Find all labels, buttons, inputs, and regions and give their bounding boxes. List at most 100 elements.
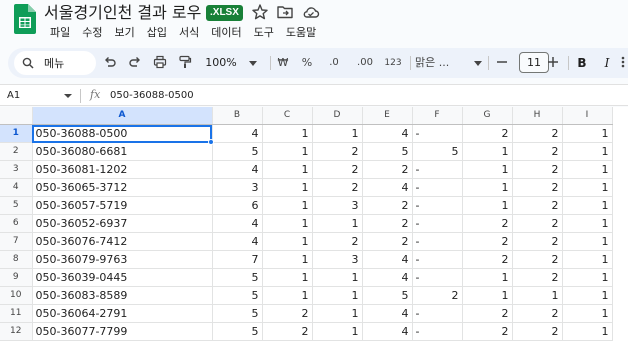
row-header[interactable]: 6 [0,214,33,233]
cell-a4[interactable]: 050-36065-3712 [32,178,213,197]
cell-c5[interactable]: 1 [262,196,313,215]
cell-d5[interactable]: 3 [312,196,363,215]
cell-e7[interactable]: 2 [362,232,413,251]
menu-insert[interactable]: 삽입 [141,24,173,42]
cell-e8[interactable]: 4 [362,250,413,269]
cell-e12[interactable]: 4 [362,322,413,341]
cell-e11[interactable]: 4 [362,304,413,323]
cell-d6[interactable]: 1 [312,214,363,233]
cell-g10[interactable]: 1 [462,286,513,305]
redo-button[interactable] [126,54,144,72]
percent-format-button[interactable]: % [300,54,314,72]
cell-c2[interactable]: 1 [262,142,313,161]
cell-a5[interactable]: 050-36057-5719 [32,196,213,215]
cell-d4[interactable]: 2 [312,178,363,197]
cell-a3[interactable]: 050-36081-1202 [32,160,213,179]
cell-h1[interactable]: 2 [512,124,563,143]
cell-g6[interactable]: 2 [462,214,513,233]
cell-a9[interactable]: 050-36039-0445 [32,268,213,287]
cell-d11[interactable]: 1 [312,304,363,323]
row-header[interactable]: 4 [0,178,33,197]
cell-c7[interactable]: 1 [262,232,313,251]
menu-file[interactable]: 파일 [44,24,76,42]
cell-h8[interactable]: 2 [512,250,563,269]
cell-b11[interactable]: 5 [212,304,263,323]
cell-c4[interactable]: 1 [262,178,313,197]
cell-b3[interactable]: 4 [212,160,263,179]
row-header[interactable]: 5 [0,196,33,215]
cell-i9[interactable]: 1 [562,268,613,287]
cell-a10[interactable]: 050-36083-8589 [32,286,213,305]
column-header-a[interactable]: A [32,107,213,125]
increase-decimal-button[interactable]: .00 [353,54,377,72]
document-title[interactable]: 서울경기인천 결과 로우 [44,2,201,24]
cell-e6[interactable]: 2 [362,214,413,233]
font-size-increase-button[interactable] [545,54,561,72]
menu-search-box[interactable]: 메뉴 [14,51,96,75]
font-size-decrease-button[interactable] [494,54,510,72]
row-header[interactable]: 7 [0,232,33,251]
cell-d3[interactable]: 2 [312,160,363,179]
cell-g8[interactable]: 2 [462,250,513,269]
select-all-corner[interactable] [0,107,33,125]
column-header-c[interactable]: C [262,107,313,125]
formula-input[interactable]: 050-36088-0500 [110,88,194,104]
cell-b4[interactable]: 3 [212,178,263,197]
menu-format[interactable]: 서식 [173,24,205,42]
cell-b9[interactable]: 5 [212,268,263,287]
menu-tools[interactable]: 도구 [248,24,280,42]
cell-e2[interactable]: 5 [362,142,413,161]
cell-c1[interactable]: 1 [262,124,313,143]
cell-c8[interactable]: 1 [262,250,313,269]
bold-button[interactable]: B [574,54,590,72]
cell-g12[interactable]: 2 [462,322,513,341]
cell-a8[interactable]: 050-36079-9763 [32,250,213,269]
cell-f8[interactable]: - [412,250,463,269]
cell-a6[interactable]: 050-36052-6937 [32,214,213,233]
cell-f5[interactable]: - [412,196,463,215]
cell-a2[interactable]: 050-36080-6681 [32,142,213,161]
column-header-g[interactable]: G [462,107,513,125]
cell-d9[interactable]: 1 [312,268,363,287]
cell-i5[interactable]: 1 [562,196,613,215]
cell-a12[interactable]: 050-36077-7799 [32,322,213,341]
cell-f1[interactable]: - [412,124,463,143]
zoom-select[interactable]: 100% [204,54,238,72]
cell-d2[interactable]: 2 [312,142,363,161]
row-header[interactable]: 3 [0,160,33,179]
column-header-d[interactable]: D [312,107,363,125]
cell-i2[interactable]: 1 [562,142,613,161]
cell-b8[interactable]: 7 [212,250,263,269]
cell-h11[interactable]: 2 [512,304,563,323]
cell-h2[interactable]: 2 [512,142,563,161]
print-button[interactable] [151,54,169,72]
cell-e9[interactable]: 4 [362,268,413,287]
cell-c11[interactable]: 2 [262,304,313,323]
cell-f11[interactable]: - [412,304,463,323]
cell-i10[interactable]: 1 [562,286,613,305]
cell-d12[interactable]: 1 [312,322,363,341]
cell-a1[interactable]: 050-36088-0500 [32,124,213,143]
cell-d8[interactable]: 3 [312,250,363,269]
cell-g11[interactable]: 2 [462,304,513,323]
cell-g2[interactable]: 1 [462,142,513,161]
name-box[interactable]: A1 [7,88,20,104]
cell-g7[interactable]: 2 [462,232,513,251]
cell-f9[interactable]: - [412,268,463,287]
fill-handle[interactable] [208,138,214,145]
cell-b1[interactable]: 4 [212,124,263,143]
row-header[interactable]: 8 [0,250,33,269]
name-box-chevron-down-icon[interactable] [64,94,72,98]
cell-c12[interactable]: 2 [262,322,313,341]
cell-b10[interactable]: 5 [212,286,263,305]
cell-g5[interactable]: 1 [462,196,513,215]
cell-h9[interactable]: 2 [512,268,563,287]
undo-button[interactable] [101,54,119,72]
cell-g1[interactable]: 2 [462,124,513,143]
cell-e1[interactable]: 4 [362,124,413,143]
menu-help[interactable]: 도움말 [280,24,322,42]
cell-h4[interactable]: 2 [512,178,563,197]
more-tools-button[interactable] [620,54,626,72]
row-header[interactable]: 9 [0,268,33,287]
cell-d10[interactable]: 1 [312,286,363,305]
